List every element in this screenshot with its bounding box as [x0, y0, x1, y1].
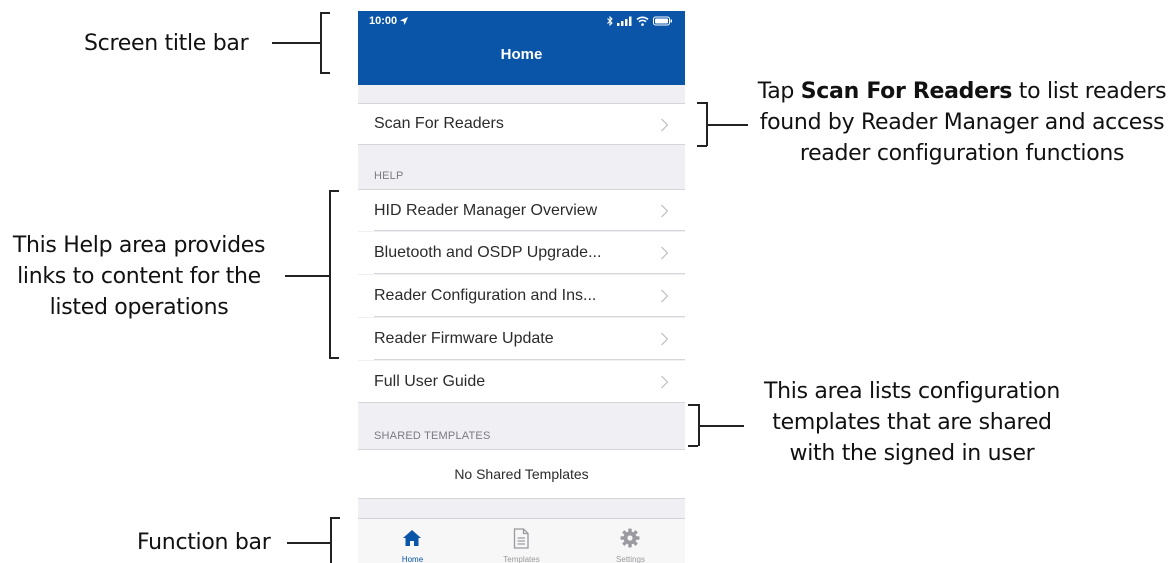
callout-bracket	[330, 517, 332, 563]
callout-bracket	[329, 357, 339, 359]
callout-bracket	[320, 12, 330, 14]
callout-bracket	[688, 404, 698, 406]
phone-screen: 10:00 Home Scan For Readers HELP HID Rea…	[358, 11, 685, 563]
annotation-scan-line: reader configuration functions	[799, 141, 1125, 166]
annotation-function-bar: Function bar	[137, 530, 271, 555]
callout-line	[706, 124, 748, 126]
chevron-right-icon	[661, 246, 669, 260]
status-bar: 10:00	[358, 11, 685, 37]
tab-settings[interactable]: Settings	[576, 519, 685, 563]
chevron-right-icon	[661, 375, 669, 389]
help-item-label: Reader Firmware Update	[374, 330, 554, 347]
callout-bracket	[697, 145, 707, 147]
help-item-label: HID Reader Manager Overview	[374, 201, 598, 219]
annotation-title-bar: Screen title bar	[84, 31, 249, 56]
annotation-scan-line: found by Reader Manager and access	[759, 110, 1165, 135]
callout-line	[272, 42, 320, 44]
annotation-scan-bold: Scan For Readers	[800, 79, 1013, 104]
annotation-help-line: This Help area provides	[12, 233, 266, 258]
help-item-bluetooth-osdp[interactable]: Bluetooth and OSDP Upgrade...	[358, 232, 685, 274]
help-item-label: Reader Configuration and Ins...	[374, 287, 597, 304]
callout-bracket	[320, 72, 330, 74]
title-bar: Home	[358, 37, 685, 85]
help-item-firmware-update[interactable]: Reader Firmware Update	[358, 318, 685, 360]
page-title: Home	[500, 46, 543, 63]
row-divider	[374, 316, 685, 317]
status-time-text: 10:00	[369, 15, 398, 27]
annotation-help-line: listed operations	[49, 295, 229, 320]
tab-templates-label: Templates	[503, 555, 540, 563]
row-divider	[374, 230, 685, 231]
chevron-right-icon	[661, 332, 669, 346]
help-item-reader-configuration[interactable]: Reader Configuration and Ins...	[358, 275, 685, 317]
tab-templates[interactable]: Templates	[467, 519, 576, 563]
annotation-shared-line: templates that are shared	[772, 410, 1052, 435]
function-bar: Home Templates Settings	[358, 518, 685, 563]
tab-home[interactable]: Home	[358, 519, 467, 563]
callout-line	[698, 425, 744, 427]
tab-home-label: Home	[401, 555, 424, 563]
help-item-label: Full User Guide	[374, 372, 486, 390]
gear-icon	[620, 528, 640, 548]
help-item-full-user-guide[interactable]: Full User Guide	[358, 361, 685, 403]
bluetooth-icon	[607, 16, 613, 26]
chevron-right-icon	[661, 204, 669, 218]
status-time: 10:00	[369, 15, 409, 27]
annotation-scan-suffix: to list readers	[1012, 79, 1167, 104]
chevron-right-icon	[661, 289, 669, 303]
callout-bracket	[329, 190, 331, 358]
home-icon	[403, 530, 421, 546]
location-arrow-icon	[400, 16, 409, 25]
callout-line	[285, 275, 329, 277]
annotation-shared-line: This area lists configuration	[763, 379, 1060, 404]
annotation-scan-prefix: Tap	[757, 79, 801, 104]
shared-templates-list: No Shared Templates	[358, 449, 685, 499]
battery-icon	[653, 16, 672, 26]
row-divider	[374, 273, 685, 274]
annotation-scan-line: Tap Scan For Readers to list readers	[756, 76, 1168, 107]
callout-bracket	[320, 12, 322, 73]
help-item-overview[interactable]: HID Reader Manager Overview	[358, 189, 685, 231]
wifi-icon	[636, 16, 649, 26]
tab-settings-label: Settings	[616, 555, 645, 563]
chevron-right-icon	[661, 118, 669, 132]
callout-bracket	[330, 517, 340, 519]
signal-icon	[617, 16, 632, 26]
callout-bracket	[329, 190, 339, 192]
status-icons	[607, 15, 673, 27]
annotation-help-area: This Help area provides links to content…	[6, 230, 272, 323]
help-item-label: Bluetooth and OSDP Upgrade...	[374, 244, 602, 261]
annotation-shared-line: with the signed in user	[789, 441, 1035, 466]
shared-templates-header: SHARED TEMPLATES	[374, 430, 491, 442]
annotation-help-line: links to content for the	[17, 264, 261, 289]
annotation-shared-templates: This area lists configuration templates …	[752, 376, 1072, 469]
no-shared-templates-text: No Shared Templates	[454, 466, 589, 482]
callout-bracket	[697, 102, 707, 104]
scan-for-readers-row[interactable]: Scan For Readers	[358, 103, 685, 145]
callout-bracket	[688, 445, 698, 447]
row-divider	[374, 359, 685, 360]
scan-for-readers-label: Scan For Readers	[374, 115, 504, 132]
document-icon	[513, 528, 529, 549]
callout-line	[287, 542, 330, 544]
help-section-header: HELP	[374, 170, 404, 182]
annotation-scan-readers: Tap Scan For Readers to list readers fou…	[756, 76, 1168, 169]
